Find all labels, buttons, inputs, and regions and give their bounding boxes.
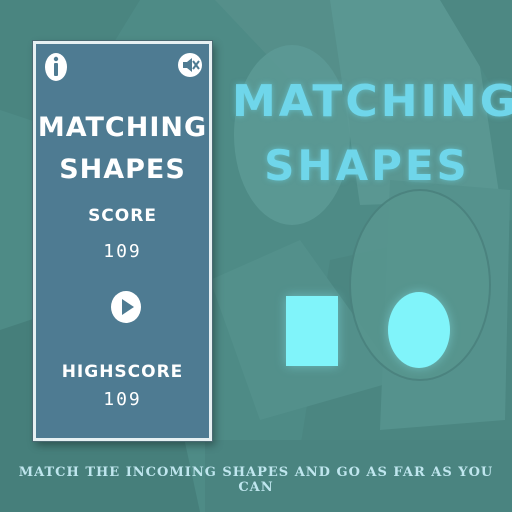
square-shape <box>286 296 338 366</box>
panel-title-line2: SHAPES <box>59 154 186 185</box>
score-label: SCORE <box>88 206 157 226</box>
highscore-label: HIGHSCORE <box>61 362 184 382</box>
menu-panel: MATCHING SHAPES SCORE 109 HIGHSCORE 109 <box>33 41 212 441</box>
tagline: MATCH THE INCOMING SHAPES AND GO AS FAR … <box>18 465 494 495</box>
sound-muted-icon[interactable] <box>177 52 203 78</box>
circle-shape <box>388 292 450 368</box>
panel-title-line1: MATCHING <box>37 112 208 143</box>
main-title-line2: SHAPES <box>264 141 470 190</box>
play-button[interactable] <box>110 290 142 324</box>
play-icon <box>111 291 141 323</box>
highscore-value: 109 <box>103 389 142 410</box>
info-icon[interactable] <box>44 52 68 82</box>
main-title-line1: MATCHING <box>232 76 512 127</box>
score-value: 109 <box>103 241 142 262</box>
